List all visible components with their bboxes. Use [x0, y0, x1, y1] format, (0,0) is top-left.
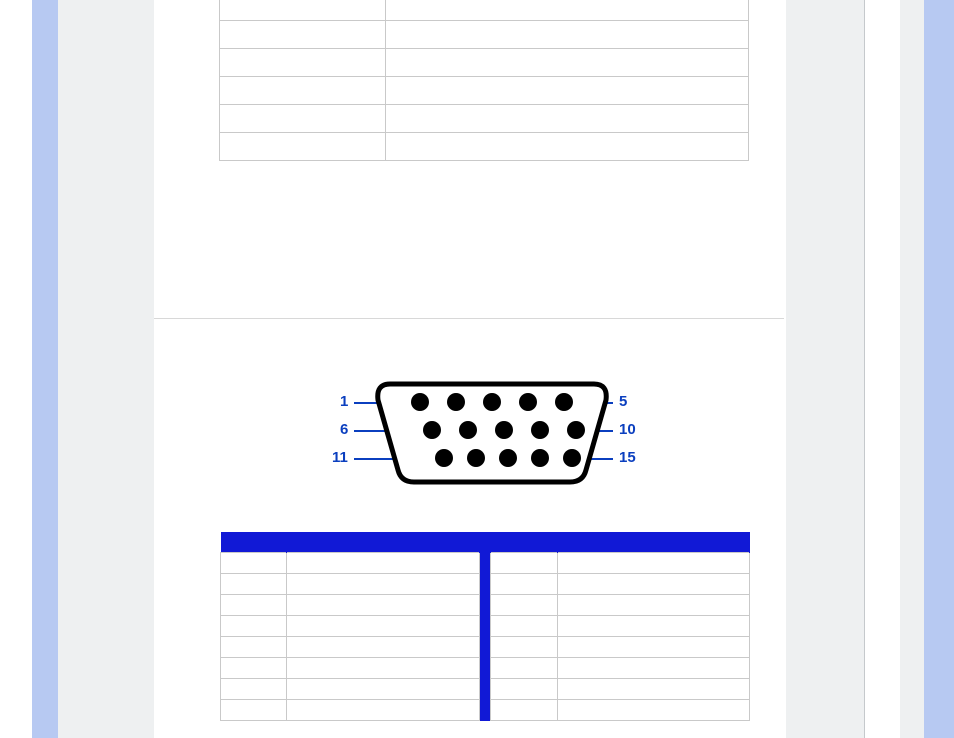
- page-viewport: 1 6 11 5 10 15: [0, 0, 954, 738]
- spec-cell: [220, 21, 386, 49]
- scroll-pane-divider: [864, 0, 865, 738]
- pin-cell: [557, 679, 749, 700]
- spec-cell: [385, 105, 748, 133]
- pin-cell: [287, 595, 479, 616]
- table-row: [221, 553, 750, 574]
- pin-cell: [287, 658, 479, 679]
- pin-cell: [491, 637, 557, 658]
- spec-cell: [220, 77, 386, 105]
- spec-cell: [220, 49, 386, 77]
- table-gap: [479, 658, 491, 679]
- pin-label-5: 5: [619, 393, 627, 410]
- table-gap: [479, 616, 491, 637]
- pin-cell: [557, 658, 749, 679]
- right-blue-stripe: [924, 0, 954, 738]
- pin-cell: [491, 700, 557, 721]
- table-row: [221, 574, 750, 595]
- vga-connector-figure: 1 6 11 5 10 15: [254, 378, 684, 498]
- spec-cell: [385, 21, 748, 49]
- table-gap: [479, 532, 491, 553]
- pin-cell: [221, 679, 287, 700]
- pin-cell: [557, 616, 749, 637]
- spec-table: [219, 0, 749, 161]
- section-divider: [154, 318, 784, 319]
- spec-cell: [220, 105, 386, 133]
- spec-cell: [220, 0, 386, 21]
- pin-label-10: 10: [619, 421, 636, 438]
- table-row: [220, 105, 749, 133]
- table-row: [221, 658, 750, 679]
- spec-cell: [385, 77, 748, 105]
- pin-cell: [557, 637, 749, 658]
- left-blue-stripe: [32, 0, 58, 738]
- table-row: [221, 616, 750, 637]
- pin-header-left-signal: [287, 532, 479, 553]
- pin-cell: [287, 679, 479, 700]
- table-gap: [479, 595, 491, 616]
- pin-cell: [221, 700, 287, 721]
- pin-cell: [287, 574, 479, 595]
- pin-cell: [557, 700, 749, 721]
- table-gap: [479, 700, 491, 721]
- pin-assignment-table: [220, 532, 750, 721]
- pin-cell: [557, 595, 749, 616]
- pin-cell: [287, 616, 479, 637]
- pin-cell: [491, 595, 557, 616]
- table-gap: [479, 679, 491, 700]
- pin-cell: [221, 595, 287, 616]
- spec-cell: [220, 133, 386, 161]
- pin-cell: [221, 658, 287, 679]
- scrollbar-track[interactable]: [900, 0, 924, 738]
- table-gap: [479, 553, 491, 574]
- table-row: [221, 637, 750, 658]
- right-grey-stripe: [786, 0, 865, 738]
- pin-cell: [221, 616, 287, 637]
- pin-label-15: 15: [619, 449, 636, 466]
- pin-cell: [221, 553, 287, 574]
- pin-cell: [287, 700, 479, 721]
- pin-cell: [287, 637, 479, 658]
- pin-header-right-pin: [491, 532, 557, 553]
- pin-cell: [557, 553, 749, 574]
- pin-header-left-pin: [221, 532, 287, 553]
- pin-cell: [221, 637, 287, 658]
- table-gap: [479, 574, 491, 595]
- table-row: [220, 133, 749, 161]
- pin-header-right-signal: [557, 532, 749, 553]
- vga-connector-icon: [372, 378, 612, 488]
- pin-cell: [491, 616, 557, 637]
- table-row: [220, 21, 749, 49]
- table-row: [221, 679, 750, 700]
- spec-cell: [385, 133, 748, 161]
- table-row: [221, 595, 750, 616]
- table-row: [220, 0, 749, 21]
- spec-cell: [385, 0, 748, 21]
- table-gap: [479, 637, 491, 658]
- pin-label-1: 1: [340, 393, 348, 410]
- pin-cell: [287, 553, 479, 574]
- pin-cell: [491, 574, 557, 595]
- table-row: [221, 700, 750, 721]
- pin-cell: [491, 679, 557, 700]
- pin-cell: [221, 574, 287, 595]
- left-grey-stripe: [58, 0, 154, 738]
- pin-cell: [491, 553, 557, 574]
- table-row: [220, 77, 749, 105]
- pin-cell: [491, 658, 557, 679]
- pin-cell: [557, 574, 749, 595]
- spec-cell: [385, 49, 748, 77]
- pin-label-11: 11: [332, 449, 348, 466]
- pin-label-6: 6: [340, 421, 348, 438]
- table-row: [220, 49, 749, 77]
- document-content: 1 6 11 5 10 15: [154, 0, 786, 738]
